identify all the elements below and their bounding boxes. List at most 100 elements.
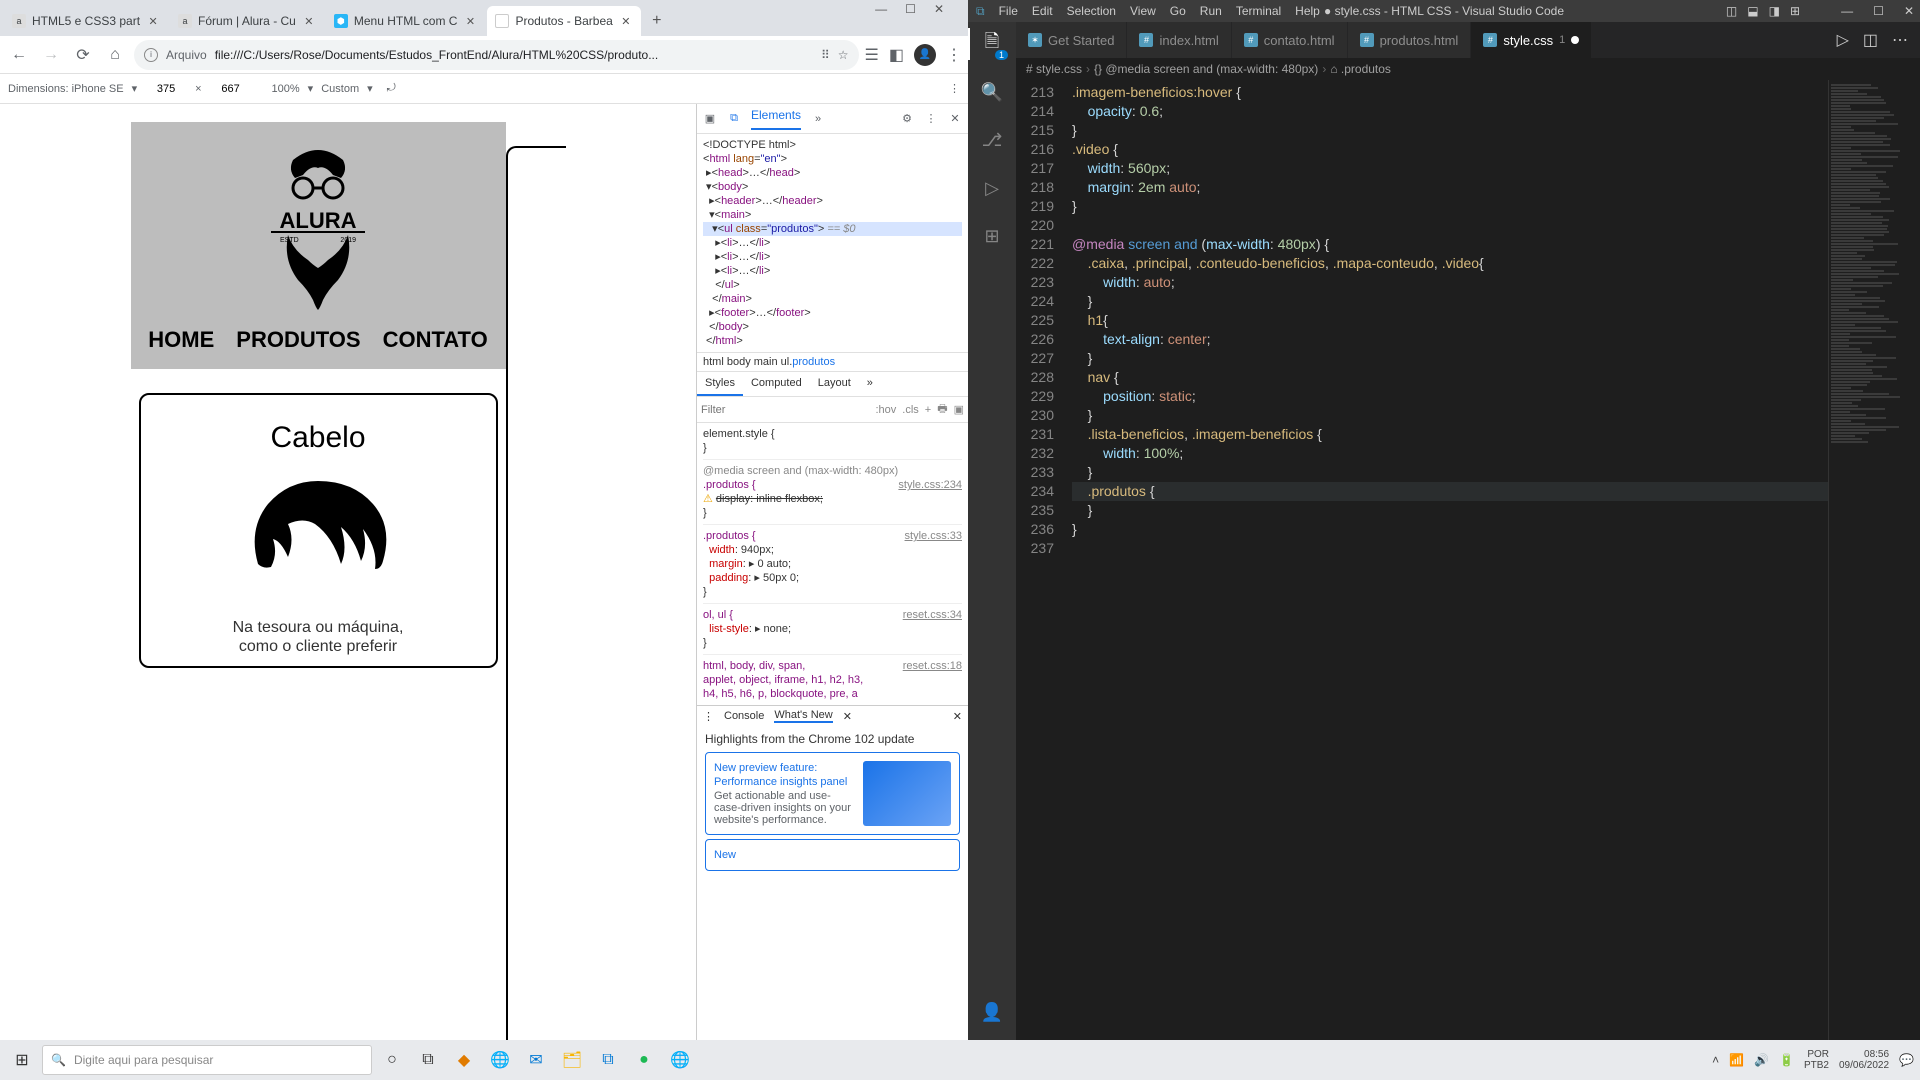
more-tabs-icon[interactable]: » — [859, 372, 881, 396]
source-link[interactable]: style.css:234 — [898, 478, 962, 492]
battery-icon[interactable]: 🔋 — [1779, 1053, 1794, 1067]
css-rules[interactable]: element.style { } @media screen and (max… — [697, 423, 968, 705]
code-lines[interactable]: .imagem-beneficios:hover { opacity: 0.6;… — [1066, 80, 1828, 1080]
source-link[interactable]: reset.css:34 — [903, 608, 962, 622]
rotate-icon[interactable]: ⤾ — [387, 82, 396, 95]
wifi-icon[interactable]: 📶 — [1729, 1053, 1744, 1067]
split-editor-icon[interactable]: ◫ — [1863, 30, 1878, 50]
close-icon[interactable]: ✕ — [934, 2, 944, 16]
tab-computed[interactable]: Computed — [743, 372, 810, 396]
filter-input[interactable] — [701, 404, 869, 416]
browser-tab[interactable]: aFórum | Alura - Cu✕ — [170, 6, 324, 36]
browser-tab[interactable]: aHTML5 e CSS3 part✕ — [4, 6, 168, 36]
back-button[interactable]: ← — [6, 42, 32, 68]
browser-tab[interactable]: ⬢Menu HTML com C✕ — [326, 6, 486, 36]
side-panel-icon[interactable]: ◧ — [889, 45, 904, 65]
chevron-down-icon[interactable]: ▾ — [308, 82, 314, 95]
editor-tab[interactable]: #produtos.html — [1348, 22, 1472, 58]
editor-tab[interactable]: ✶Get Started — [1016, 22, 1127, 58]
translate-icon[interactable]: ⠿ — [821, 48, 830, 62]
source-link[interactable]: reset.css:18 — [903, 659, 962, 673]
minimap[interactable]: for(let i=0;i<120;i++)document.write("<d… — [1828, 80, 1920, 1080]
tab-layout[interactable]: Layout — [810, 372, 859, 396]
run-debug-icon[interactable]: ▷ — [978, 174, 1006, 202]
menu-selection[interactable]: Selection — [1067, 4, 1116, 18]
more-icon[interactable]: ⋯ — [1892, 30, 1908, 50]
fit-select[interactable]: Custom — [321, 83, 359, 95]
forward-button[interactable]: → — [38, 42, 64, 68]
clock[interactable]: 08:5609/06/2022 — [1839, 1049, 1889, 1071]
mail-icon[interactable]: ✉ — [520, 1044, 552, 1076]
layout-icon[interactable]: ◨ — [1769, 4, 1780, 18]
file-explorer-icon[interactable]: 🗂 — [556, 1044, 588, 1076]
run-icon[interactable]: ▷ — [1837, 30, 1849, 50]
menu-run[interactable]: Run — [1200, 4, 1222, 18]
spotify-icon[interactable]: ● — [628, 1044, 660, 1076]
cortana-icon[interactable]: ○ — [376, 1044, 408, 1076]
close-icon[interactable]: ✕ — [953, 710, 962, 723]
close-icon[interactable]: ✕ — [146, 14, 160, 28]
close-icon[interactable]: ✕ — [1904, 4, 1914, 18]
print-icon[interactable]: 🖶 — [937, 400, 947, 419]
lang-indicator[interactable]: PORPTB2 — [1804, 1049, 1829, 1071]
browser-tab-active[interactable]: Produtos - Barbea✕ — [487, 6, 640, 36]
chrome-dev-icon[interactable]: 🌐 — [664, 1044, 696, 1076]
chevron-down-icon[interactable]: ▾ — [367, 82, 373, 95]
cls-toggle[interactable]: .cls — [902, 404, 919, 416]
inspect-icon[interactable]: ▣ — [703, 112, 717, 126]
more-tabs-icon[interactable]: » — [811, 112, 825, 126]
whats-new-card[interactable]: New — [705, 839, 960, 871]
new-style-icon[interactable]: + — [925, 404, 931, 416]
menu-help[interactable]: Help — [1295, 4, 1320, 18]
close-icon[interactable]: ✕ — [843, 710, 852, 723]
editor-tab-active[interactable]: #style.css1 — [1471, 22, 1592, 58]
nav-link-produtos[interactable]: PRODUTOS — [236, 327, 360, 353]
reload-button[interactable]: ⟳ — [70, 42, 96, 68]
computed-styles-icon[interactable]: ▣ — [954, 403, 964, 416]
height-input[interactable] — [210, 82, 252, 96]
chevron-down-icon[interactable]: ▾ — [132, 82, 138, 95]
new-tab-button[interactable]: + — [643, 6, 671, 36]
source-link[interactable]: style.css:33 — [905, 529, 962, 543]
taskbar-search[interactable]: 🔍Digite aqui para pesquisar — [42, 1045, 372, 1075]
menu-view[interactable]: View — [1130, 4, 1156, 18]
hov-toggle[interactable]: :hov — [875, 404, 896, 416]
device-label[interactable]: Dimensions: iPhone SE — [8, 83, 124, 95]
search-icon[interactable]: 🔍 — [978, 78, 1006, 106]
address-bar[interactable]: i Arquivo file:///C:/Users/Rose/Document… — [134, 40, 859, 70]
info-icon[interactable]: i — [144, 48, 158, 62]
volume-icon[interactable]: 🔊 — [1754, 1053, 1769, 1067]
device-toggle-icon[interactable]: ⧉ — [727, 112, 741, 126]
breadcrumb[interactable]: # style.css› {} @media screen and (max-w… — [1016, 58, 1920, 80]
editor-tab[interactable]: #index.html — [1127, 22, 1231, 58]
vscode-taskbar-icon[interactable]: ⧉ — [592, 1044, 624, 1076]
crumb-seg[interactable]: {} @media screen and (max-width: 480px) — [1094, 62, 1318, 76]
close-icon[interactable]: ✕ — [302, 14, 316, 28]
zoom-select[interactable]: 100% — [272, 83, 300, 95]
code-editor[interactable]: 2132142152162172182192202212222232242252… — [1016, 80, 1920, 1080]
source-control-icon[interactable]: ⎇ — [978, 126, 1006, 154]
layout-icon[interactable]: ◫ — [1726, 4, 1737, 18]
kebab-menu-icon[interactable]: ⋮ — [949, 82, 960, 95]
kebab-menu-icon[interactable]: ⋮ — [946, 45, 962, 65]
account-icon[interactable]: 👤 — [978, 998, 1006, 1026]
chrome-icon[interactable]: 🌐 — [484, 1044, 516, 1076]
menu-edit[interactable]: Edit — [1032, 4, 1053, 18]
reading-list-icon[interactable]: ☰ — [865, 45, 879, 65]
close-icon[interactable]: ✕ — [619, 14, 633, 28]
close-icon[interactable]: ✕ — [948, 112, 962, 126]
crumb-seg[interactable]: ⌂ .produtos — [1330, 62, 1391, 76]
layout-icon[interactable]: ⊞ — [1790, 4, 1800, 18]
minimize-icon[interactable]: — — [875, 2, 887, 16]
explorer-icon[interactable]: 🗎1 — [978, 30, 1006, 58]
menu-file[interactable]: File — [999, 4, 1018, 18]
tab-styles[interactable]: Styles — [697, 372, 743, 396]
maximize-icon[interactable]: ☐ — [905, 2, 916, 16]
dom-tree[interactable]: <!DOCTYPE html> <html lang="en"> ▸<head>… — [697, 134, 968, 352]
whats-new-card[interactable]: New preview feature: Performance insight… — [705, 752, 960, 835]
layout-icon[interactable]: ⬓ — [1747, 4, 1758, 18]
minimize-icon[interactable]: — — [1841, 4, 1853, 18]
close-icon[interactable]: ✕ — [463, 14, 477, 28]
kebab-menu-icon[interactable]: ⋮ — [924, 112, 938, 126]
width-input[interactable] — [145, 82, 187, 96]
